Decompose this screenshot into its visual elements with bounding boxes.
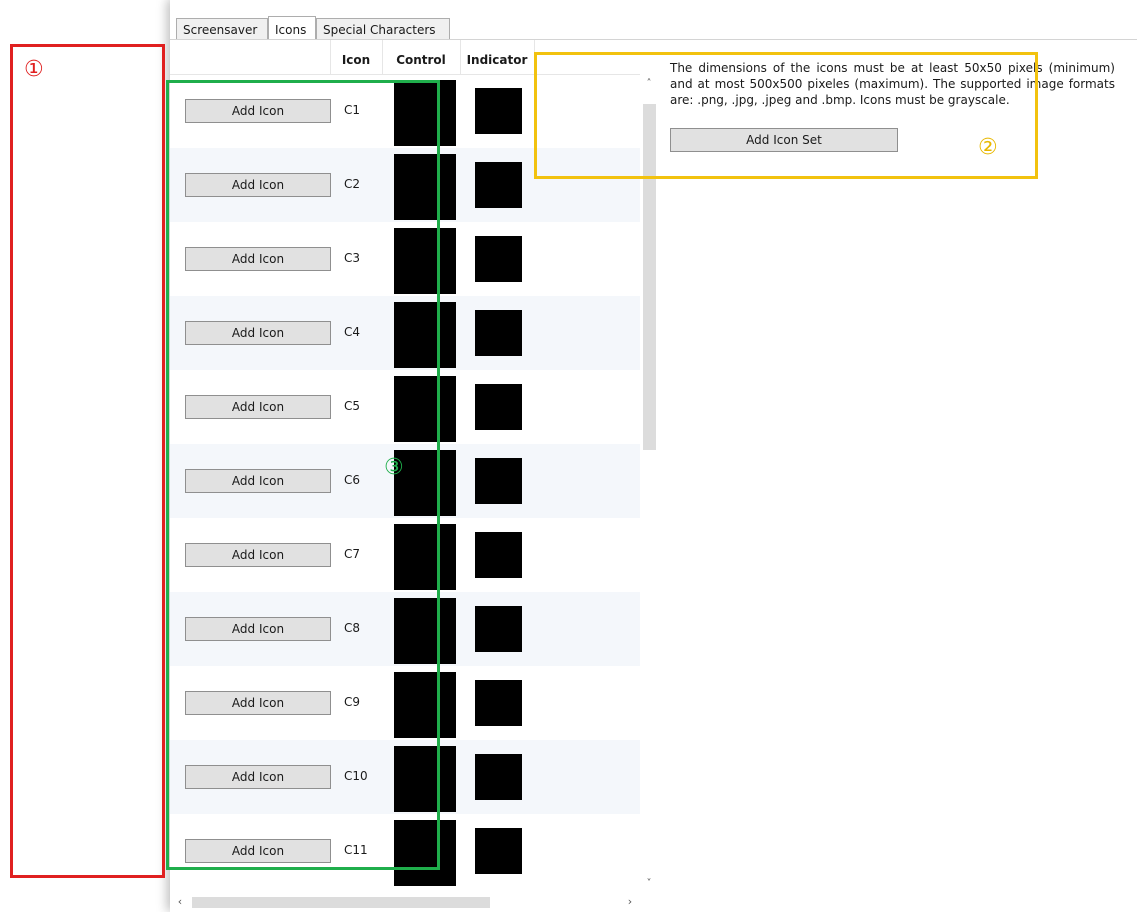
tab-icons[interactable]: Icons	[268, 16, 316, 39]
header-control: Control	[382, 40, 461, 74]
indicator-icon-preview	[475, 828, 522, 874]
callout-number-2: ②	[978, 135, 998, 160]
indicator-icon-preview	[475, 162, 522, 208]
indicator-icon-preview	[475, 384, 522, 430]
tab-screensaver[interactable]: Screensaver	[176, 18, 268, 39]
callout-number-3: ③	[384, 455, 404, 480]
indicator-icon-preview	[475, 606, 522, 652]
header-icon: Icon	[330, 40, 383, 74]
scroll-left-icon[interactable]: ‹	[172, 892, 188, 912]
header-indicator: Indicator	[460, 40, 535, 74]
indicator-icon-preview	[475, 88, 522, 134]
horizontal-scroll-thumb[interactable]	[192, 897, 490, 908]
indicator-icon-preview	[475, 532, 522, 578]
indicator-icon-preview	[475, 236, 522, 282]
tab-bar: Screensaver Icons Special Characters	[170, 0, 1137, 40]
indicator-icon-preview	[475, 754, 522, 800]
indicator-icon-preview	[475, 458, 522, 504]
callout-box-2	[534, 52, 1038, 179]
header-blank	[170, 40, 331, 74]
vertical-scrollbar[interactable]: ˄ ˅	[640, 74, 658, 892]
scroll-down-icon[interactable]: ˅	[640, 876, 658, 892]
indicator-icon-preview	[475, 310, 522, 356]
indicator-icon-preview	[475, 680, 522, 726]
scroll-right-icon[interactable]: ›	[622, 892, 638, 912]
callout-number-1: ①	[24, 57, 44, 82]
tab-special-characters[interactable]: Special Characters	[316, 18, 450, 39]
horizontal-scrollbar[interactable]: ‹ ›	[170, 892, 640, 912]
callout-box-1	[10, 44, 165, 878]
